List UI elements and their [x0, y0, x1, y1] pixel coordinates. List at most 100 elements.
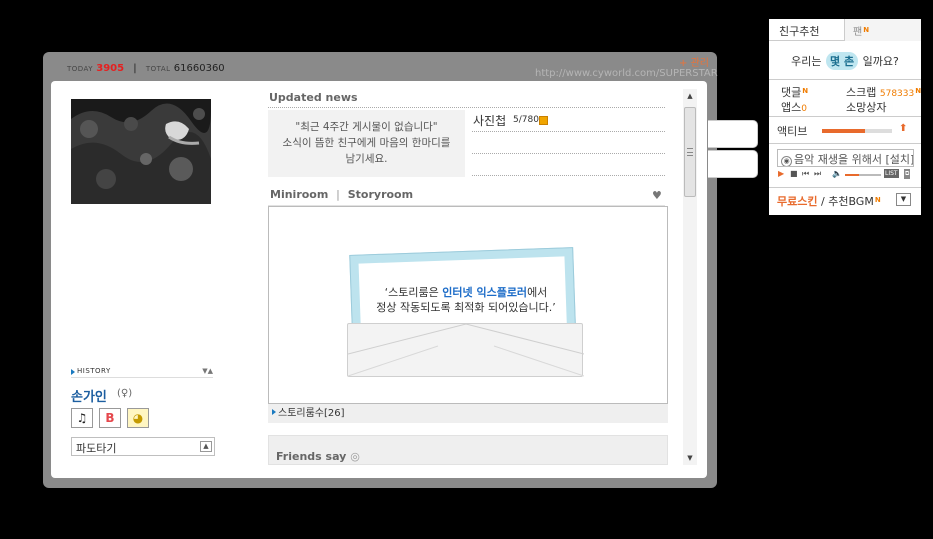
history-label: HISTORY: [77, 367, 111, 375]
free-skin-label: 무료스킨: [777, 195, 818, 208]
envelope-flap: [347, 323, 585, 377]
chevron-down-icon[interactable]: ▼: [896, 193, 911, 206]
active-level-fill: [822, 129, 866, 133]
news-message-line3: 남기세요.: [345, 153, 388, 165]
apps-value: 0: [801, 104, 807, 114]
active-level-bar: [822, 129, 892, 133]
next-icon[interactable]: ⏭: [814, 169, 821, 179]
news-row-divider: [472, 175, 665, 176]
settings-link[interactable]: + 관리: [679, 54, 709, 69]
news-row-divider: [472, 131, 665, 132]
profile-photo-image: [71, 99, 211, 204]
owner-name[interactable]: 손가인: [71, 386, 107, 405]
content-area: HISTORY ▼▲ 손가인 (♀) ♫ B ◕ 파도타기 ▲ Updated …: [51, 81, 707, 478]
greeting-after: 일까요?: [862, 55, 899, 68]
wish-box-link[interactable]: 소망상자: [846, 99, 886, 115]
storyroom-view: ‘스토리룸은 인터넷 익스플로러에서 정상 작동되도록 최적화 되어있습니다.’: [268, 206, 668, 404]
wave-select-label: 파도타기: [76, 442, 117, 455]
friends-say-label: Friends say: [276, 450, 347, 463]
free-skin-link[interactable]: 무료스킨 / 추천BGMN: [777, 193, 881, 209]
apps-label: 앱스: [781, 101, 802, 114]
homepage-url[interactable]: http://www.cyworld.com/SUPERSTAR: [535, 68, 718, 79]
friends-say-section: Friends say ◎: [268, 435, 668, 465]
today-label: TODAY: [67, 65, 94, 73]
panel-tabs: 친구추천 팬N: [769, 19, 921, 41]
side-tab-1[interactable]: [708, 120, 758, 148]
arrow-up-icon[interactable]: ⬆: [899, 123, 907, 134]
news-divider: [268, 107, 665, 108]
music-note-icon[interactable]: ♫: [71, 408, 93, 428]
speaker-icon: ◉: [781, 156, 792, 166]
tab-fan-label: 팬: [853, 27, 863, 38]
previous-icon[interactable]: ⏮: [802, 169, 809, 179]
scroll-down-icon[interactable]: ▼: [683, 451, 697, 465]
history-toggle-icon[interactable]: ▼▲: [202, 367, 213, 375]
notice-part2: 에서: [527, 286, 548, 299]
notice-highlight: 인터넷 익스플로러: [442, 286, 528, 299]
owner-gender: (♀): [117, 388, 133, 399]
storyroom-count-row[interactable]: 스토리룸수[26]: [268, 404, 668, 423]
side-tab-2[interactable]: [708, 150, 758, 178]
volume-slider[interactable]: [845, 174, 881, 176]
wave-select[interactable]: 파도타기 ▲: [71, 437, 215, 456]
updated-news-title: Updated news: [269, 91, 358, 104]
new-badge-icon: N: [802, 87, 809, 95]
volume-icon[interactable]: 🔈: [832, 169, 842, 178]
recommend-bgm-label: 추천BGM: [828, 195, 874, 208]
comments-label: 댓글: [781, 86, 802, 99]
scrap-stat[interactable]: 스크랩 578333N: [846, 84, 921, 100]
new-badge-icon: N: [863, 26, 870, 34]
info-icon[interactable]: ◎: [350, 450, 360, 463]
vertical-scrollbar[interactable]: ▲ ▼: [683, 89, 697, 465]
news-empty-message: "최근 4주간 게시물이 없습니다" 소식이 뜸한 친구에게 마음의 한마디를 …: [268, 110, 465, 177]
chevron-up-icon[interactable]: ▲: [200, 441, 212, 452]
tab-storyroom[interactable]: Storyroom: [348, 188, 413, 201]
pikachu-icon[interactable]: ◕: [127, 408, 149, 428]
tab-miniroom[interactable]: Miniroom: [270, 188, 328, 201]
right-panel: 친구추천 팬N 우리는 몇 촌 일까요? 댓글N 스크랩 578333N 앱스0…: [769, 19, 921, 215]
profile-photo[interactable]: [71, 99, 211, 204]
apps-stat[interactable]: 앱스0: [781, 99, 807, 115]
photo-album-link[interactable]: 사진첩: [473, 112, 506, 129]
relation-degree-button[interactable]: 몇 촌: [826, 52, 859, 70]
tab-fan[interactable]: 팬N: [845, 19, 921, 41]
counter-separator: |: [133, 63, 137, 74]
panel-divider: [769, 187, 921, 188]
new-badge-icon: N: [915, 87, 922, 95]
b-badge-icon[interactable]: B: [99, 408, 121, 428]
popup-icon[interactable]: ⧉: [904, 169, 911, 179]
total-count: 61660360: [173, 63, 225, 74]
music-player-notice[interactable]: ◉ 음악 재생을 위해서 [설치]: [777, 149, 914, 167]
news-message-line2: 소식이 뜸한 친구에게 마음의 한마디를: [282, 137, 451, 149]
tab-separator: |: [336, 188, 340, 201]
storyroom-notice: ‘스토리룸은 인터넷 익스플로러에서 정상 작동되도록 최적화 되어있습니다.’: [361, 285, 571, 315]
comments-stat[interactable]: 댓글N: [781, 84, 808, 100]
visitor-counter: TODAY 3905 | TOTAL 61660360: [67, 63, 225, 74]
history-header: HISTORY ▼▲: [71, 367, 213, 378]
envelope-icon: [347, 323, 585, 377]
music-notice-text: 음악 재생을 위해서 [설치]: [794, 153, 914, 166]
photo-count: 5/780: [513, 115, 539, 125]
scroll-thumb[interactable]: [684, 107, 696, 197]
heart-icon[interactable]: ♥: [652, 189, 662, 202]
scrap-label: 스크랩: [846, 86, 877, 99]
notice-part1: ‘스토리룸은: [384, 286, 443, 299]
miniroom-tabs: Miniroom | Storyroom: [270, 188, 413, 201]
history-bullet-icon: [71, 369, 75, 375]
playlist-button[interactable]: LIST: [884, 169, 899, 178]
panel-divider: [769, 116, 921, 117]
tab-friend-recommend[interactable]: 친구추천: [769, 19, 845, 41]
profile-badges: ♫ B ◕: [71, 408, 149, 428]
new-badge-icon: N: [874, 196, 881, 204]
stop-icon[interactable]: ■: [790, 169, 798, 178]
play-icon[interactable]: ▶: [778, 169, 784, 178]
music-controls: ▶ ■ ⏮ ⏭ 🔈 LIST ⧉: [778, 169, 916, 181]
news-message-line1: "최근 4주간 게시물이 없습니다": [295, 121, 438, 133]
storyroom-count-label: 스토리룸수: [278, 408, 324, 419]
storyroom-bullet-icon: [272, 409, 276, 415]
scroll-up-icon[interactable]: ▲: [683, 89, 697, 103]
new-icon: [539, 116, 548, 125]
today-count: 3905: [96, 63, 125, 74]
notice-line2: 정상 작동되도록 최적화 되어있습니다.’: [376, 301, 556, 314]
panel-divider: [769, 79, 921, 80]
